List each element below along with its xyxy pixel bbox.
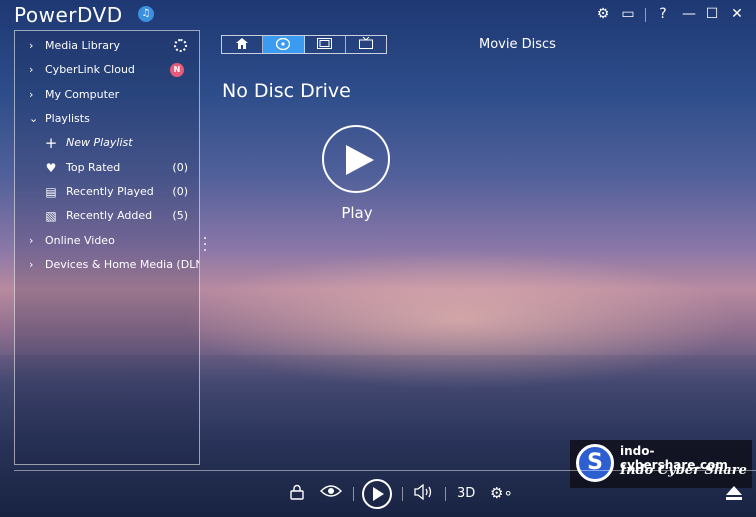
title-bar: PowerDVD ♫ ⚙ ▭ ? — ☐ ✕	[0, 0, 756, 30]
sidebar-item-top-rated[interactable]: ♥ Top Rated (0)	[15, 157, 199, 179]
sidebar-item-playlists[interactable]: ⌄ Playlists	[15, 108, 199, 130]
3d-toggle[interactable]: 3D	[457, 486, 475, 501]
sidebar-item-my-computer[interactable]: › My Computer	[15, 84, 199, 106]
title-separator	[645, 8, 646, 22]
media-tabs	[221, 35, 387, 54]
chevron-right-icon: ›	[29, 258, 34, 271]
chevron-right-icon: ›	[29, 234, 34, 247]
lock-icon[interactable]	[289, 484, 305, 504]
disc-icon	[276, 37, 291, 51]
chevron-right-icon: ›	[29, 88, 34, 101]
sidebar-item-media-library[interactable]: › Media Library	[15, 35, 199, 57]
play-disc-button[interactable]	[322, 125, 390, 193]
sidebar-item-online-video[interactable]: › Online Video	[15, 230, 199, 252]
help-icon[interactable]: ?	[654, 6, 672, 22]
sidebar-item-label: Top Rated	[66, 161, 121, 174]
sidebar-item-label: Playlists	[45, 112, 90, 125]
gear-icon[interactable]: ⚙	[594, 6, 612, 22]
settings-icon[interactable]: ⚙∘	[490, 484, 513, 502]
watermark: S indo-cybershare.com Indo Cyber Share	[570, 440, 752, 488]
recently-added-icon: ▧	[45, 209, 57, 223]
movies-tab[interactable]	[305, 36, 346, 53]
sidebar-item-recently-added[interactable]: ▧ Recently Added (5)	[15, 205, 199, 227]
chevron-down-icon: ⌄	[29, 112, 39, 125]
plus-icon: +	[44, 134, 58, 152]
sidebar-item-label: New Playlist	[66, 136, 133, 149]
sidebar-item-cyberlink-cloud[interactable]: › CyberLink Cloud N	[15, 59, 199, 81]
eject-icon[interactable]	[726, 486, 742, 505]
item-count: (0)	[172, 161, 188, 174]
app-title: PowerDVD	[14, 3, 123, 27]
sidebar: › Media Library › CyberLink Cloud N › My…	[14, 30, 200, 465]
sidebar-resize-handle[interactable]: · · ·	[202, 232, 208, 258]
control-separator	[353, 487, 354, 501]
control-separator	[402, 487, 403, 501]
sidebar-item-label: Devices & Home Media (DLNA	[45, 258, 199, 271]
tv-tab[interactable]	[346, 36, 386, 53]
tv-icon	[358, 36, 373, 49]
loading-spinner-icon	[174, 39, 187, 52]
recent-play-icon: ▤	[45, 185, 57, 199]
minimize-icon[interactable]: —	[680, 6, 698, 22]
notification-bell-icon[interactable]: ♫	[138, 6, 154, 22]
section-title: Movie Discs	[479, 37, 556, 52]
item-count: (5)	[172, 209, 188, 222]
play-label: Play	[341, 204, 373, 222]
sidebar-item-label: Recently Added	[66, 209, 153, 222]
home-tab[interactable]	[222, 36, 264, 53]
sidebar-item-devices[interactable]: › Devices & Home Media (DLNA	[15, 254, 199, 276]
sidebar-item-label: Recently Played	[66, 185, 154, 198]
heart-icon: ♥	[45, 161, 57, 175]
control-bar-divider	[14, 470, 756, 471]
disc-status-title: No Disc Drive	[222, 80, 351, 102]
sidebar-item-recently-played[interactable]: ▤ Recently Played (0)	[15, 181, 199, 203]
sidebar-item-label: Media Library	[45, 39, 120, 52]
control-separator	[445, 487, 446, 501]
home-icon	[236, 38, 249, 49]
watermark-logo: S	[576, 444, 614, 482]
film-icon	[317, 38, 333, 49]
chevron-right-icon: ›	[29, 39, 34, 52]
eye-icon[interactable]	[320, 484, 342, 502]
sidebar-item-label: My Computer	[45, 88, 120, 101]
play-button[interactable]	[362, 479, 392, 509]
new-badge: N	[170, 63, 184, 77]
volume-icon[interactable]	[414, 483, 434, 504]
maximize-icon[interactable]: ☐	[703, 6, 721, 22]
disc-tab[interactable]	[263, 36, 305, 53]
sidebar-item-label: CyberLink Cloud	[45, 63, 135, 76]
close-icon[interactable]: ✕	[728, 6, 746, 22]
sidebar-item-label: Online Video	[45, 234, 115, 247]
item-count: (0)	[172, 185, 188, 198]
tv-mode-icon[interactable]: ▭	[619, 6, 637, 22]
chevron-right-icon: ›	[29, 63, 34, 76]
sidebar-item-new-playlist[interactable]: + New Playlist	[15, 132, 199, 154]
play-icon	[373, 487, 384, 501]
play-icon	[346, 145, 374, 175]
